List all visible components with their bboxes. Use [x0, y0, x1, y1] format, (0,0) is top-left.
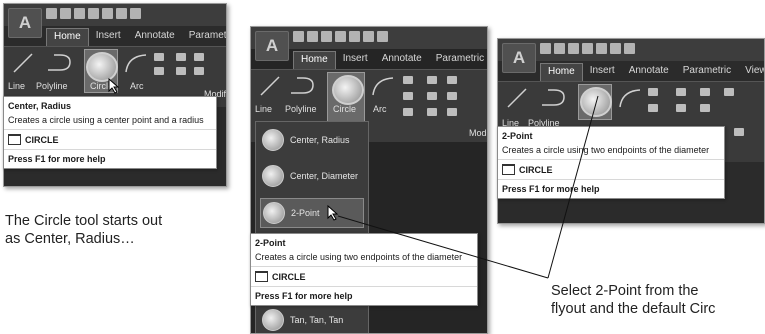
- caption-right-line-1: Select 2-Point from the: [551, 283, 699, 299]
- callout-line-ribbon: [547, 95, 599, 279]
- callout-line-flyout: [337, 215, 549, 279]
- caption-right: Select 2-Point from the flyout and the d…: [551, 282, 715, 318]
- caption-right-line-2: flyout and the default Circ: [551, 301, 716, 317]
